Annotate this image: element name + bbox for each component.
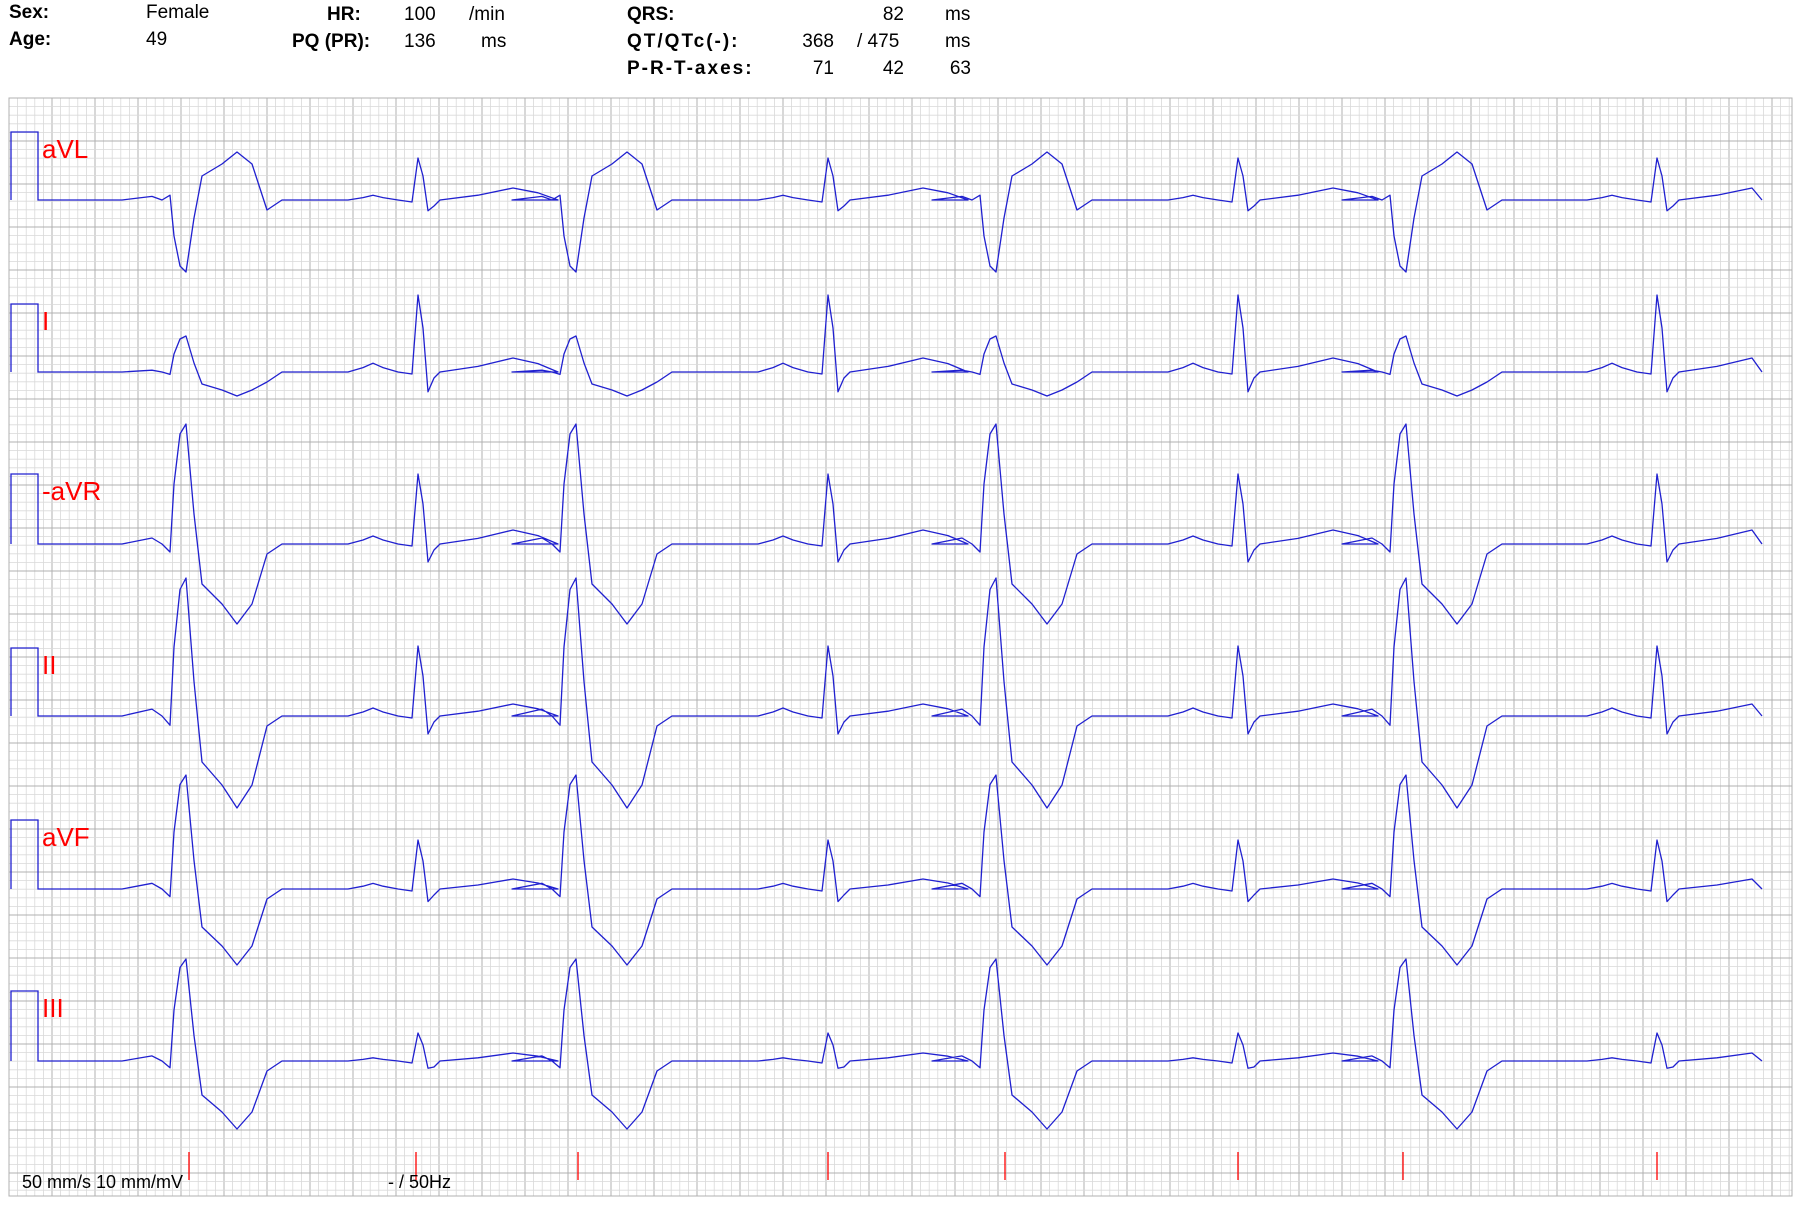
ecg-strip: aVL I -aVR II aVF III [8, 97, 1793, 1197]
ecg-trace--avr [42, 423, 1763, 625]
ecg-trace-i [42, 294, 1763, 397]
ecg-trace-ii [42, 577, 1763, 809]
ecg-grid [8, 97, 1793, 1197]
lead-label: III [42, 993, 64, 1023]
lead-label: I [42, 306, 49, 336]
ecg-trace-avl [42, 151, 1763, 273]
filter-label: - / 50Hz [388, 1172, 452, 1192]
grid-border [8, 97, 1793, 1197]
lead-label: aVL [42, 134, 88, 164]
speed-gain-label: 50 mm/s 10 mm/mV [22, 1172, 184, 1192]
lead-label: -aVR [42, 476, 101, 506]
lead-label: aVF [42, 822, 90, 852]
lead-label: II [42, 650, 56, 680]
